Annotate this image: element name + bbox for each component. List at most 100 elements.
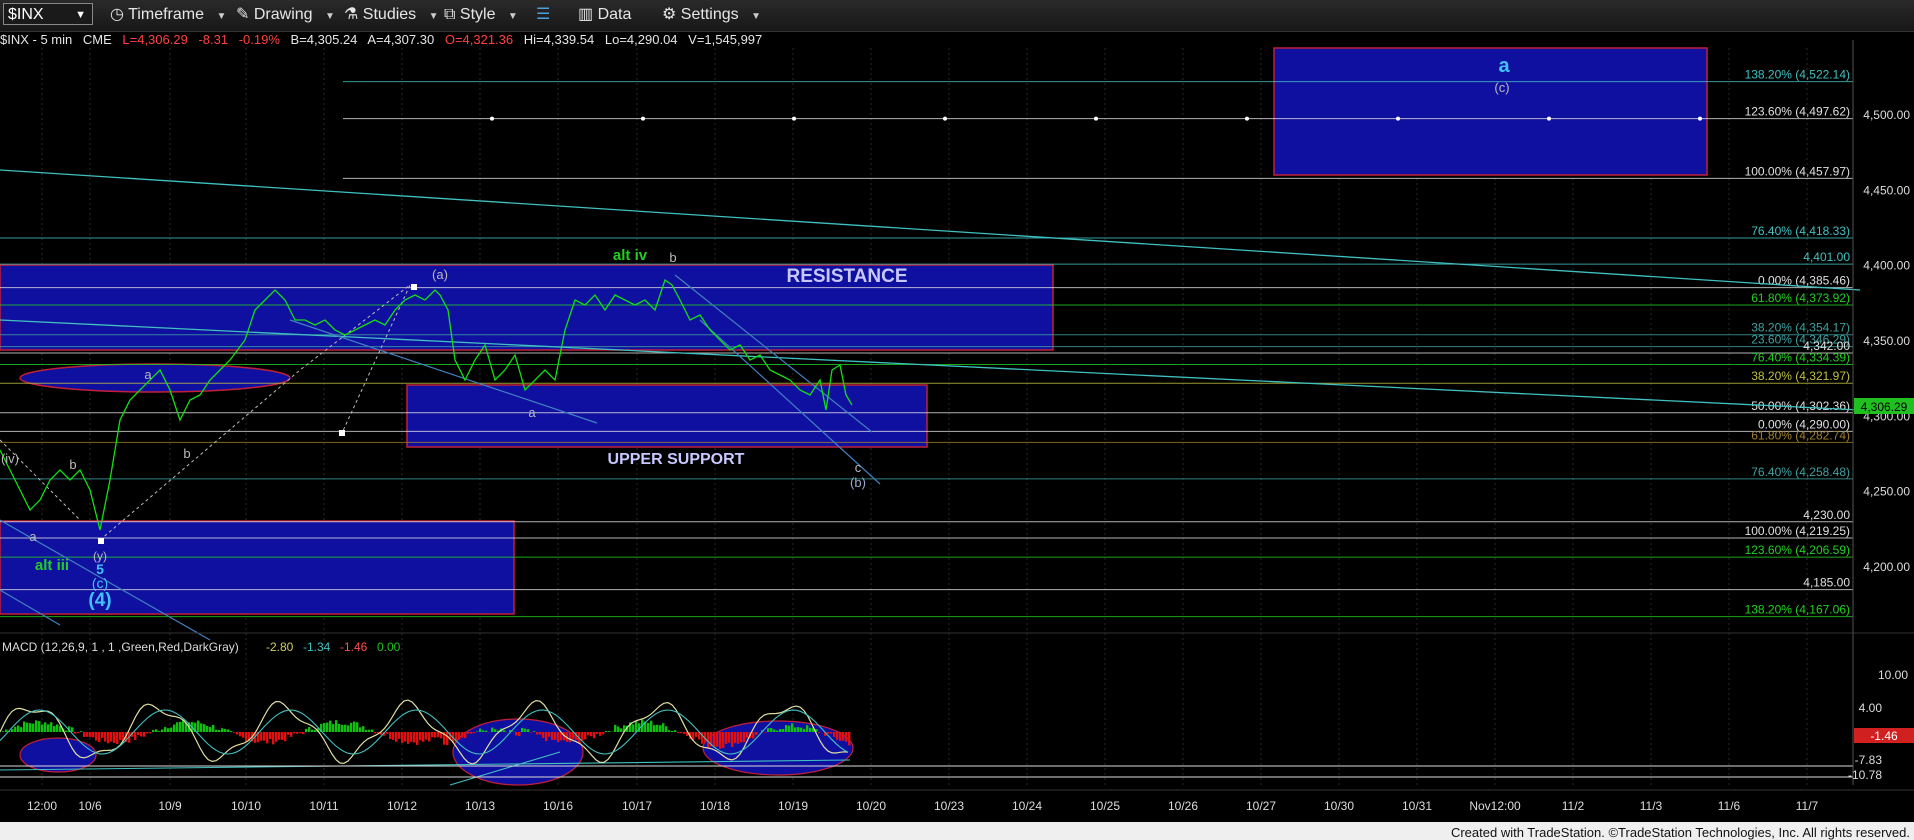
macd-bar — [215, 729, 218, 732]
macd-bar — [299, 732, 302, 734]
date-tick: 10/9 — [158, 799, 182, 813]
macd-histogram — [2, 719, 851, 749]
macd-bar — [212, 724, 215, 732]
fib-label: 76.40% (4,418.33) — [1751, 224, 1850, 238]
date-tick: 10/23 — [934, 799, 964, 813]
macd-bar — [662, 723, 665, 732]
date-tick: 10/13 — [465, 799, 495, 813]
macd-bar — [542, 732, 545, 738]
date-tick: 11/6 — [1718, 799, 1741, 813]
macd-bar — [50, 722, 53, 732]
macd-bar — [770, 727, 773, 732]
marker-point — [98, 538, 104, 544]
macd-bar — [137, 732, 140, 736]
macd-bar — [242, 732, 245, 738]
date-tick: 10/10 — [231, 799, 261, 813]
macd-bar — [152, 729, 155, 732]
macd-bar — [782, 728, 785, 732]
macd-bar — [425, 732, 428, 740]
macd-bar — [146, 732, 149, 734]
macd-bar — [752, 732, 755, 739]
macd-bar — [713, 732, 716, 748]
macd-bar — [314, 729, 317, 732]
macd-bar — [521, 727, 524, 732]
wave-c-small-label: c — [855, 460, 862, 475]
price-tick: 4,200.00 — [1863, 560, 1910, 574]
macd-bar — [743, 732, 746, 743]
macd-bar — [416, 732, 419, 745]
macd-bar — [206, 725, 209, 732]
macd-bar — [65, 730, 68, 732]
date-tick: Nov12:00 — [1469, 799, 1521, 813]
macd-bar — [494, 729, 497, 732]
macd-bar — [527, 729, 530, 732]
fib-label: 61.80% (4,373.92) — [1751, 291, 1850, 305]
dot-marker — [943, 116, 947, 121]
macd-ellipse-1 — [19, 737, 97, 773]
date-tick: 10/16 — [543, 799, 573, 813]
macd-bar — [233, 732, 236, 733]
macd-bar — [725, 732, 728, 744]
macd-bar — [842, 732, 845, 741]
macd-bar — [836, 732, 839, 740]
macd-bar — [200, 723, 203, 732]
macd-bar — [401, 732, 404, 743]
macd-bar — [113, 732, 116, 744]
macd-bar — [332, 724, 335, 732]
macd-bar — [620, 728, 623, 732]
macd-bar — [92, 732, 95, 738]
macd-bar — [806, 725, 809, 732]
macd-bar — [269, 732, 272, 740]
macd-bar — [776, 730, 779, 732]
macd-bar — [110, 732, 113, 742]
price-chart[interactable]: 138.20% (4,522.14) 123.60% (4,497.62) 100.… — [0, 0, 1914, 840]
macd-bar — [683, 732, 686, 734]
macd-value-3: -1.46 — [340, 640, 368, 654]
macd-bar — [272, 732, 275, 745]
macd-bar — [389, 732, 392, 739]
fib-label: 138.20% (4,167.06) — [1745, 603, 1850, 617]
macd-bar — [134, 732, 137, 741]
macd-bar — [734, 732, 737, 744]
macd-bar — [539, 732, 542, 735]
macd-bar — [404, 732, 407, 742]
macd-bar — [746, 732, 749, 738]
marker-point — [411, 284, 417, 290]
date-tick: 10/6 — [78, 799, 102, 813]
price-axis: 4,500.004,450.004,400.004,350.004,300.00… — [1863, 108, 1910, 574]
wave-a-left-label: a — [144, 367, 152, 382]
fib-label: 100.00% (4,457.97) — [1745, 164, 1850, 178]
dot-marker — [1698, 116, 1702, 121]
macd-bar — [395, 732, 398, 742]
macd-bar — [398, 732, 401, 739]
date-tick: 10/17 — [622, 799, 652, 813]
wave-b-left-label: b — [183, 446, 190, 461]
macd-bar — [95, 732, 98, 741]
resistance-label: RESISTANCE — [786, 266, 907, 287]
date-tick: 10/11 — [309, 799, 338, 813]
macd-bar — [674, 730, 677, 732]
macd-bar — [338, 724, 341, 732]
macd-bar — [245, 732, 248, 742]
date-tick: 11/3 — [1640, 799, 1663, 813]
macd-bar — [458, 732, 461, 740]
macd-bar — [809, 727, 812, 732]
macd-bar — [602, 732, 605, 735]
date-tick: 10/12 — [387, 799, 417, 813]
macd-bar — [773, 729, 776, 732]
wave-a-paren-label: (a) — [432, 267, 448, 282]
macd-bar — [719, 732, 722, 749]
macd-bar — [392, 732, 395, 740]
macd-bar — [827, 732, 830, 734]
macd-bar — [581, 732, 584, 741]
macd-bar — [428, 732, 431, 742]
macd-bar — [437, 732, 440, 738]
date-axis: 12:00 10/6 10/9 10/10 10/11 10/12 10/13 10/16 10… — [27, 799, 1819, 813]
macd-bar — [230, 731, 233, 732]
alt-iv-label: alt iv — [613, 247, 648, 264]
macd-bar — [167, 728, 170, 732]
macd-bar — [239, 732, 242, 737]
macd-bar — [341, 724, 344, 732]
macd-bar — [104, 732, 107, 742]
macd-bar — [158, 731, 161, 732]
